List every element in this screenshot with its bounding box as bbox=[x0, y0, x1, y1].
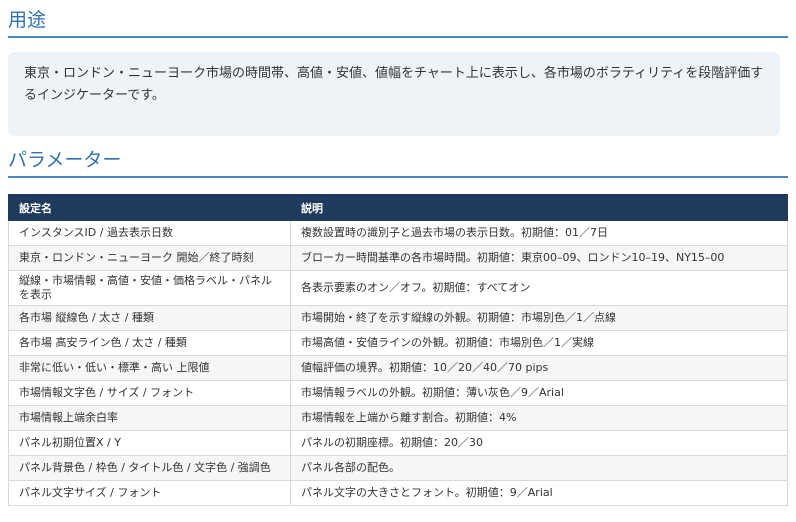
setting-name-cell: 縦線・市場情報・高値・安値・価格ラベル・パネルを表示 bbox=[8, 270, 291, 306]
setting-description-cell: パネルの初期座標。初期値：20／30 bbox=[290, 430, 788, 456]
table-row: 各市場 高安ライン色 / 太さ / 種類 市場高値・安値ラインの外観。初期値：市場… bbox=[8, 330, 788, 356]
parameters-heading: パラメーター bbox=[8, 148, 788, 178]
purpose-description: 東京・ロンドン・ニューヨーク市場の時間帯、高値・安値、値幅をチャート上に表示し、… bbox=[8, 52, 780, 136]
table-row: 非常に低い・低い・標準・高い 上限値 値幅評価の境界。初期値：10／20／40／7… bbox=[8, 355, 788, 381]
setting-name-cell: パネル背景色 / 枠色 / タイトル色 / 文字色 / 強調色 bbox=[8, 455, 291, 481]
setting-description-cell: ブローカー時間基準の各市場時間。初期値：東京00–09、ロンドン10–19、NY… bbox=[290, 245, 788, 271]
setting-description-cell: 複数設置時の識別子と過去市場の表示日数。初期値：01／7日 bbox=[290, 220, 788, 246]
setting-name-cell: 各市場 高安ライン色 / 太さ / 種類 bbox=[8, 330, 291, 356]
setting-name-cell: 東京・ロンドン・ニューヨーク 開始／終了時刻 bbox=[8, 245, 291, 271]
setting-description-cell: 市場高値・安値ラインの外観。初期値：市場別色／1／実線 bbox=[290, 330, 788, 356]
table-row: インスタンスID / 過去表示日数 複数設置時の識別子と過去市場の表示日数。初期値… bbox=[8, 220, 788, 246]
purpose-heading: 用途 bbox=[8, 8, 788, 38]
table-row: 縦線・市場情報・高値・安値・価格ラベル・パネルを表示 各表示要素のオン／オフ。初期… bbox=[8, 270, 788, 306]
table-row: 各市場 縦線色 / 太さ / 種類 市場開始・終了を示す縦線の外観。初期値：市場別… bbox=[8, 305, 788, 331]
table-row: 市場情報上端余白率 市場情報を上端から離す割合。初期値：4% bbox=[8, 405, 788, 431]
setting-name-cell: パネル文字サイズ / フォント bbox=[8, 480, 291, 506]
column-header-setting-name: 設定名 bbox=[8, 194, 291, 221]
setting-description-cell: 市場情報ラベルの外観。初期値：薄い灰色／9／Arial bbox=[290, 380, 788, 406]
setting-description-cell: パネル文字の大きさとフォント。初期値：9／Arial bbox=[290, 480, 788, 506]
parameters-table: 設定名 説明 インスタンスID / 過去表示日数 複数設置時の識別子と過去市場の表… bbox=[8, 194, 788, 506]
table-row: 市場情報文字色 / サイズ / フォント 市場情報ラベルの外観。初期値：薄い灰色／… bbox=[8, 380, 788, 406]
setting-name-cell: インスタンスID / 過去表示日数 bbox=[8, 220, 291, 246]
setting-description-cell: 各表示要素のオン／オフ。初期値：すべてオン bbox=[290, 270, 788, 306]
table-header-row: 設定名 説明 bbox=[8, 194, 788, 221]
table-row: パネル背景色 / 枠色 / タイトル色 / 文字色 / 強調色 パネル各部の配色。 bbox=[8, 455, 788, 481]
setting-description-cell: 市場情報を上端から離す割合。初期値：4% bbox=[290, 405, 788, 431]
setting-name-cell: 市場情報上端余白率 bbox=[8, 405, 291, 431]
setting-description-cell: 市場開始・終了を示す縦線の外観。初期値：市場別色／1／点線 bbox=[290, 305, 788, 331]
setting-name-cell: 市場情報文字色 / サイズ / フォント bbox=[8, 380, 291, 406]
table-row: パネル初期位置X / Y パネルの初期座標。初期値：20／30 bbox=[8, 430, 788, 456]
setting-name-cell: 各市場 縦線色 / 太さ / 種類 bbox=[8, 305, 291, 331]
setting-description-cell: 値幅評価の境界。初期値：10／20／40／70 pips bbox=[290, 355, 788, 381]
setting-name-cell: パネル初期位置X / Y bbox=[8, 430, 291, 456]
table-row: 東京・ロンドン・ニューヨーク 開始／終了時刻 ブローカー時間基準の各市場時間。初期… bbox=[8, 245, 788, 271]
setting-description-cell: パネル各部の配色。 bbox=[290, 455, 788, 481]
column-header-description: 説明 bbox=[290, 194, 788, 221]
table-row: パネル文字サイズ / フォント パネル文字の大きさとフォント。初期値：9／Aria… bbox=[8, 480, 788, 506]
setting-name-cell: 非常に低い・低い・標準・高い 上限値 bbox=[8, 355, 291, 381]
